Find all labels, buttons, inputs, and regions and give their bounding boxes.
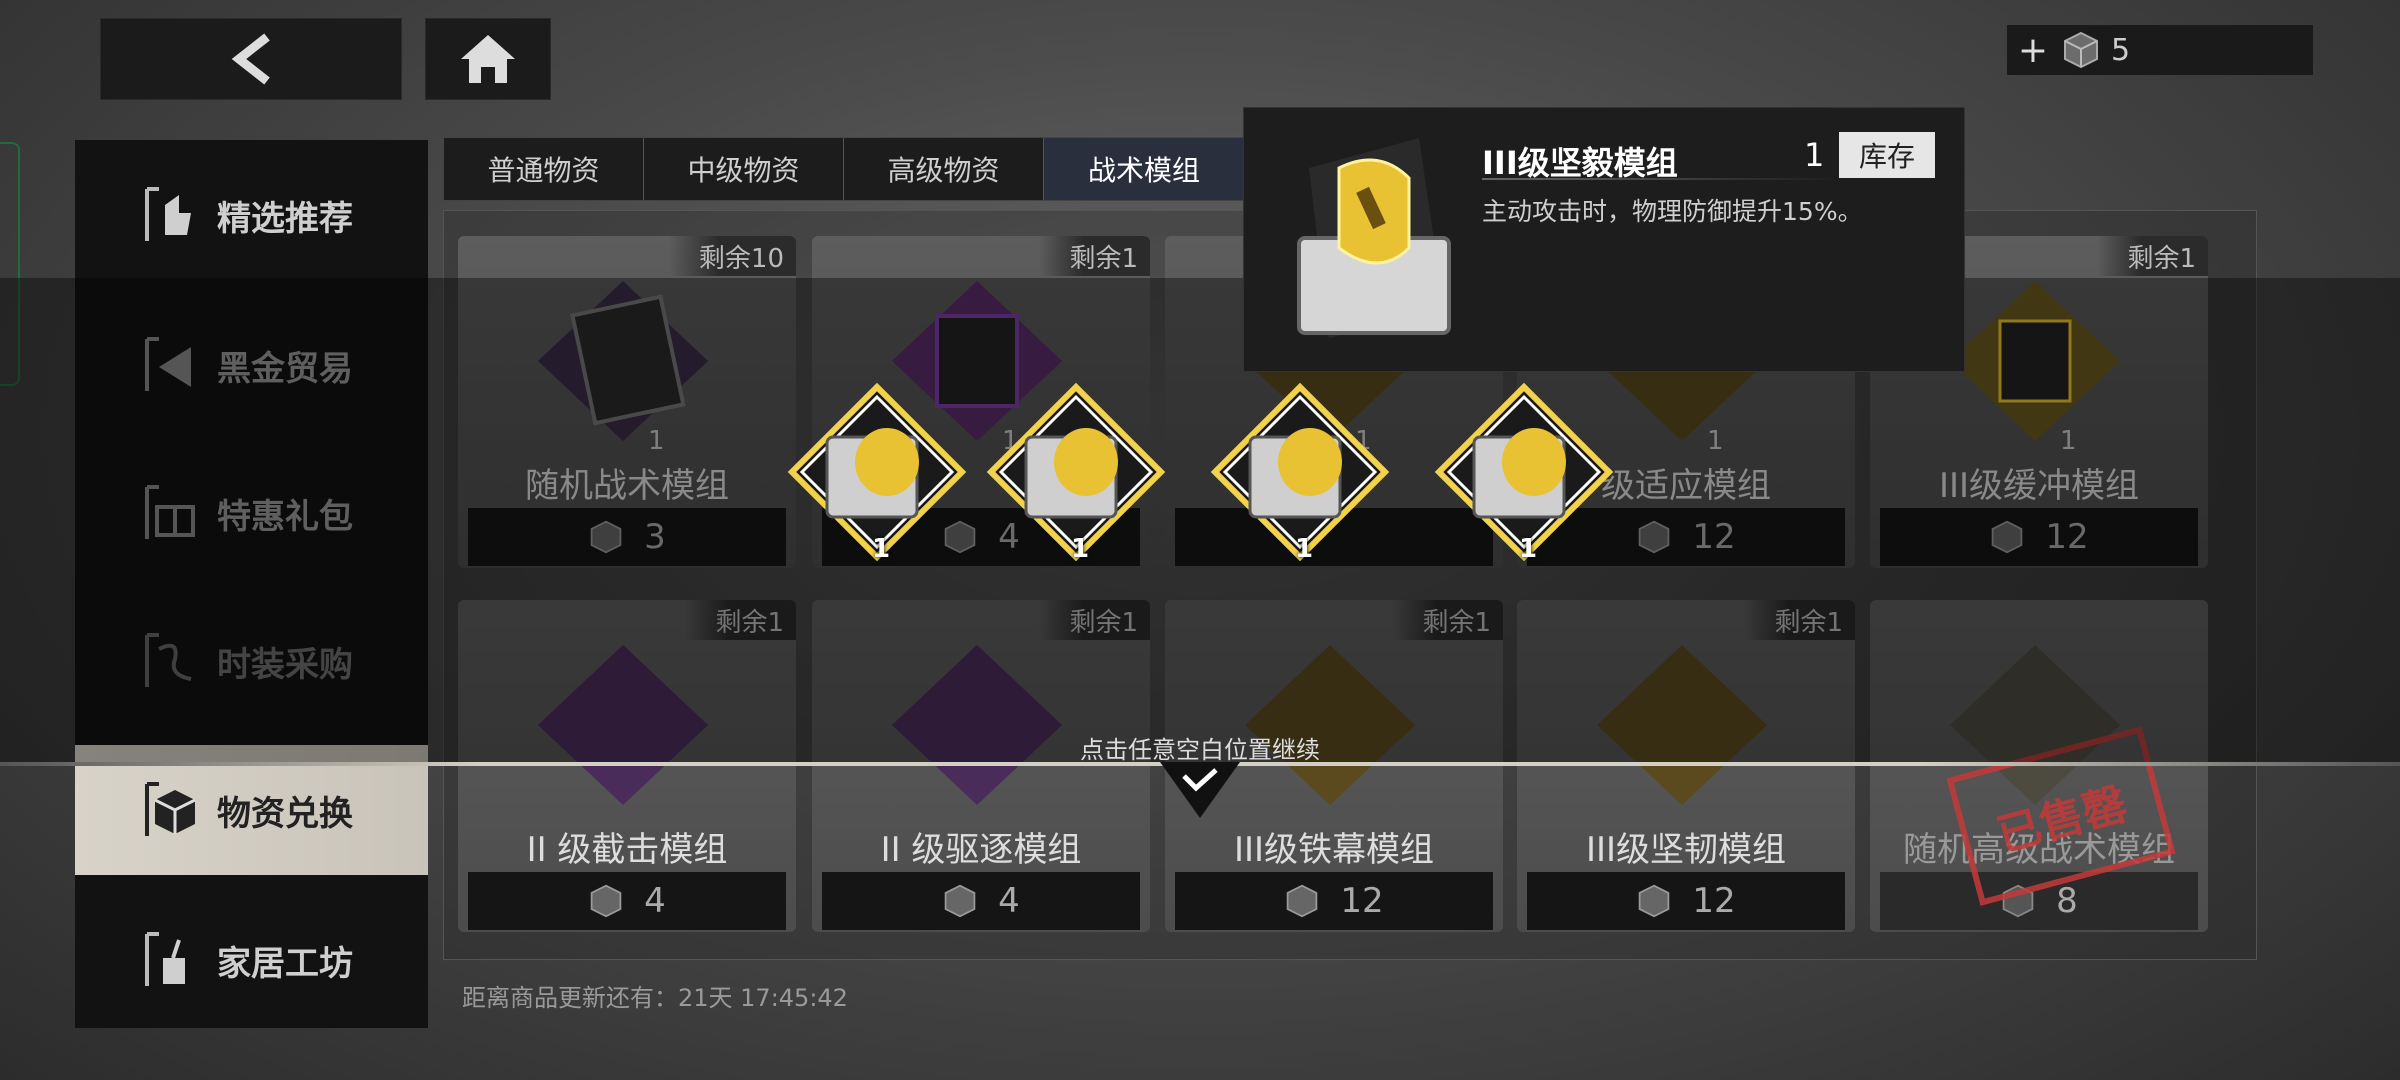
price-tag: 4	[468, 872, 786, 930]
tab-normal[interactable]: 普通物资	[444, 138, 645, 200]
currency-amount: 5	[2111, 32, 2131, 68]
recommend-icon	[145, 187, 191, 241]
cube-token-icon	[590, 884, 622, 918]
back-arrow-icon	[231, 33, 270, 85]
cube-token-icon	[944, 884, 976, 918]
home-button[interactable]	[425, 18, 551, 100]
tab-intermediate[interactable]: 中级物资	[644, 138, 845, 200]
sidebar-item-recommend[interactable]: 精选推荐	[75, 150, 428, 280]
cube-token-icon	[1287, 884, 1318, 918]
home-icon	[461, 35, 515, 83]
currency-display: + 5	[2007, 25, 2313, 75]
add-currency-button[interactable]: +	[2015, 30, 2051, 71]
sidebar-item-workshop[interactable]: 家居工坊	[75, 895, 428, 1025]
reward-item[interactable]: 1	[1434, 382, 1614, 572]
reward-item[interactable]: 1	[986, 382, 1166, 572]
confirm-check-icon[interactable]	[1160, 762, 1240, 818]
tab-advanced[interactable]: 高级物资	[844, 138, 1045, 200]
back-button[interactable]	[100, 18, 402, 100]
tab-tactical-module[interactable]: 战术模组	[1044, 138, 1244, 200]
tooltip-item-count: 1	[1804, 136, 1825, 174]
tooltip-divider	[1482, 178, 1842, 180]
cube-token-icon	[1639, 884, 1670, 918]
item-tooltip: III级坚毅模组 1 库存 主动攻击时，物理防御提升15%。	[1243, 107, 1965, 372]
cube-token-icon	[2064, 31, 2098, 69]
supply-box-icon	[145, 782, 196, 836]
continue-prompt: 点击任意空白位置继续	[1080, 736, 1320, 764]
reward-item[interactable]: 1	[1210, 382, 1390, 572]
stock-label: 库存	[1839, 132, 1935, 178]
reward-overlay[interactable]	[0, 278, 2400, 764]
refresh-countdown: 距离商品更新还有：21天 17:45:42	[462, 984, 848, 1012]
module-chest-icon	[1297, 138, 1451, 338]
category-tabs: 普通物资 中级物资 高级物资 战术模组	[443, 137, 1245, 201]
price-tag: 4	[822, 872, 1140, 930]
reward-item[interactable]: 1	[787, 382, 967, 572]
price-tag: 12	[1527, 872, 1845, 930]
workshop-icon	[145, 932, 185, 986]
price-tag: 12	[1175, 872, 1493, 930]
tooltip-description: 主动攻击时，物理防御提升15%。	[1482, 197, 1863, 226]
